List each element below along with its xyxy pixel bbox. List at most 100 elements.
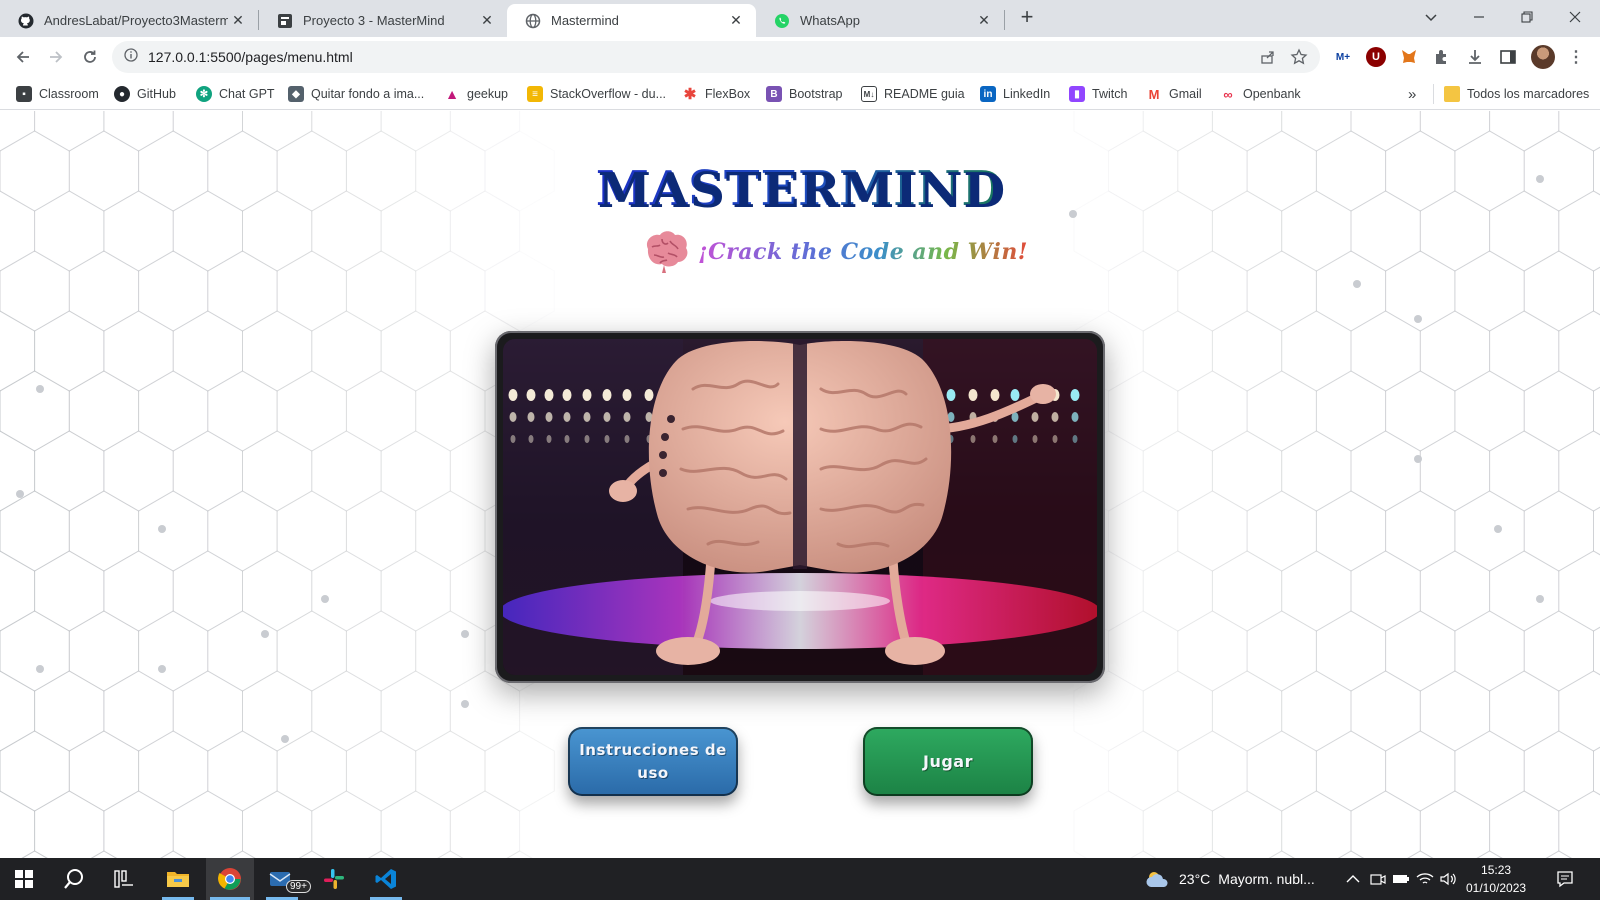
tray-chevron-up-icon[interactable]: [1346, 858, 1360, 900]
hexagon-shape: [138, 250, 209, 332]
clock[interactable]: 15:23 01/10/2023: [1466, 858, 1526, 900]
hexagon-shape: [242, 550, 313, 632]
start-button[interactable]: [0, 858, 48, 900]
bookmark-flexbox[interactable]: ✱ FlexBox: [682, 84, 750, 104]
hexagon-shape: [1350, 550, 1421, 632]
all-bookmarks-folder[interactable]: Todos los marcadores: [1433, 84, 1589, 104]
bookmark-openbank[interactable]: ∞ Openbank: [1220, 84, 1300, 104]
search-button[interactable]: [50, 858, 98, 900]
hexagon-shape: [1350, 111, 1421, 152]
dancing-brain-video[interactable]: [503, 339, 1097, 675]
hexagon-shape: [1419, 790, 1491, 858]
more-menu-icon[interactable]: ⋮: [1566, 47, 1586, 67]
bookmark-label: LinkedIn: [1003, 87, 1051, 101]
hexagon-shape: [1246, 490, 1317, 572]
volume-icon[interactable]: [1440, 858, 1458, 900]
node-dot: [1414, 315, 1422, 323]
vscode-button[interactable]: [362, 858, 410, 900]
chevron-down-icon: [1425, 14, 1437, 22]
instructions-button[interactable]: Instrucciones de uso: [568, 727, 738, 796]
tab-search-button[interactable]: [1408, 0, 1454, 34]
slack-button[interactable]: [310, 858, 358, 900]
bookmark-twitch[interactable]: ▮ Twitch: [1069, 84, 1127, 104]
hexagon-shape: [90, 850, 118, 858]
minimize-button[interactable]: [1456, 0, 1502, 34]
battery-icon[interactable]: [1392, 858, 1410, 900]
hexagon-shape: [1108, 250, 1179, 332]
hexagon-shape: [1177, 370, 1248, 452]
notifications-icon[interactable]: [1556, 858, 1574, 900]
play-button[interactable]: Jugar: [863, 727, 1033, 796]
close-icon[interactable]: ✕: [477, 11, 497, 31]
bookmark-bootstrap[interactable]: B Bootstrap: [766, 84, 843, 104]
weather-widget[interactable]: 23°C Mayorm. nubl...: [1145, 858, 1315, 900]
bookmark-linkedin[interactable]: in LinkedIn: [980, 84, 1050, 104]
hexagon-shape: [1558, 310, 1600, 392]
close-icon: [1569, 11, 1581, 23]
hexagon-shape: [311, 790, 382, 858]
bookmark-chatgpt[interactable]: ✻ Chat GPT: [196, 84, 275, 104]
hexagon-shape: [415, 250, 486, 332]
close-icon[interactable]: ✕: [974, 11, 994, 31]
close-icon[interactable]: ✕: [228, 11, 248, 31]
info-icon[interactable]: [124, 47, 138, 67]
ublock-icon[interactable]: U: [1366, 47, 1386, 67]
hexagon-shape: [311, 111, 382, 152]
tab-whatsapp[interactable]: WhatsApp ✕: [756, 4, 1004, 37]
hexagon-shape: [415, 730, 486, 812]
movistar-extension-icon[interactable]: M+: [1333, 47, 1353, 67]
profile-avatar[interactable]: [1531, 45, 1555, 69]
tab-title: Mastermind: [551, 13, 619, 28]
address-bar[interactable]: 127.0.0.1:5500/pages/menu.html: [112, 41, 1320, 73]
task-view-icon: [114, 870, 133, 888]
tab-proyecto-3[interactable]: Proyecto 3 - MasterMind ✕: [259, 4, 507, 37]
close-icon[interactable]: ✕: [726, 11, 746, 31]
forward-button[interactable]: [42, 43, 70, 71]
download-icon[interactable]: [1465, 47, 1485, 67]
close-window-button[interactable]: [1552, 0, 1598, 34]
node-dot: [1536, 595, 1544, 603]
hexagon-shape: [276, 730, 347, 812]
hexagon-shape: [1315, 370, 1387, 452]
wifi-icon[interactable]: [1416, 858, 1434, 900]
hexagon-shape: [0, 790, 36, 858]
bookmark-github[interactable]: ● GitHub: [114, 84, 176, 104]
notification-badge: 99+: [286, 880, 311, 893]
stage-light: [564, 435, 570, 443]
bookmarks-overflow-button[interactable]: »: [1408, 84, 1416, 104]
openbank-icon: ∞: [1223, 86, 1233, 102]
star-icon[interactable]: [1290, 48, 1308, 71]
hexagon-shape: [1130, 850, 1157, 858]
hexagon-shape: [1177, 250, 1248, 332]
chrome-button[interactable]: [206, 858, 254, 900]
bookmark-stackoverflow[interactable]: ≡ StackOverflow - du...: [527, 84, 666, 104]
back-button[interactable]: [9, 43, 37, 71]
hexagon-shape: [1108, 490, 1179, 572]
mail-button[interactable]: 99+: [258, 858, 311, 900]
brain-icon: [646, 231, 688, 273]
reload-button[interactable]: [76, 43, 104, 71]
bookmark-readme[interactable]: M↓ README guia: [861, 84, 965, 104]
task-view-button[interactable]: [100, 858, 148, 900]
restore-button[interactable]: [1504, 0, 1550, 34]
hexagon-shape: [449, 670, 521, 752]
clock-date: 01/10/2023: [1466, 881, 1527, 895]
share-icon[interactable]: [1260, 49, 1276, 70]
side-panel-icon[interactable]: [1498, 47, 1518, 67]
new-tab-button[interactable]: +: [1005, 0, 1049, 34]
metamask-icon[interactable]: [1399, 47, 1419, 67]
hexagon-shape: [172, 430, 243, 512]
camera-icon[interactable]: [1370, 858, 1386, 900]
bookmark-classroom[interactable]: ▪ Classroom: [16, 84, 99, 104]
stage-light: [1072, 435, 1078, 443]
node-dot: [36, 665, 44, 673]
bookmark-gmail[interactable]: M Gmail: [1146, 84, 1202, 104]
bookmark-geekup[interactable]: ▲ geekup: [444, 84, 508, 104]
clock-time: 15:23: [1481, 863, 1512, 877]
file-explorer-button[interactable]: [154, 858, 202, 900]
bookmark-removebg[interactable]: ◆ Quitar fondo a ima...: [288, 84, 424, 104]
tab-github-repo[interactable]: AndresLabat/Proyecto3Masterm ✕: [0, 4, 258, 37]
extensions-puzzle-icon[interactable]: [1432, 47, 1452, 67]
tab-mastermind[interactable]: Mastermind ✕: [507, 4, 756, 37]
hexagon-shape: [1454, 730, 1525, 812]
